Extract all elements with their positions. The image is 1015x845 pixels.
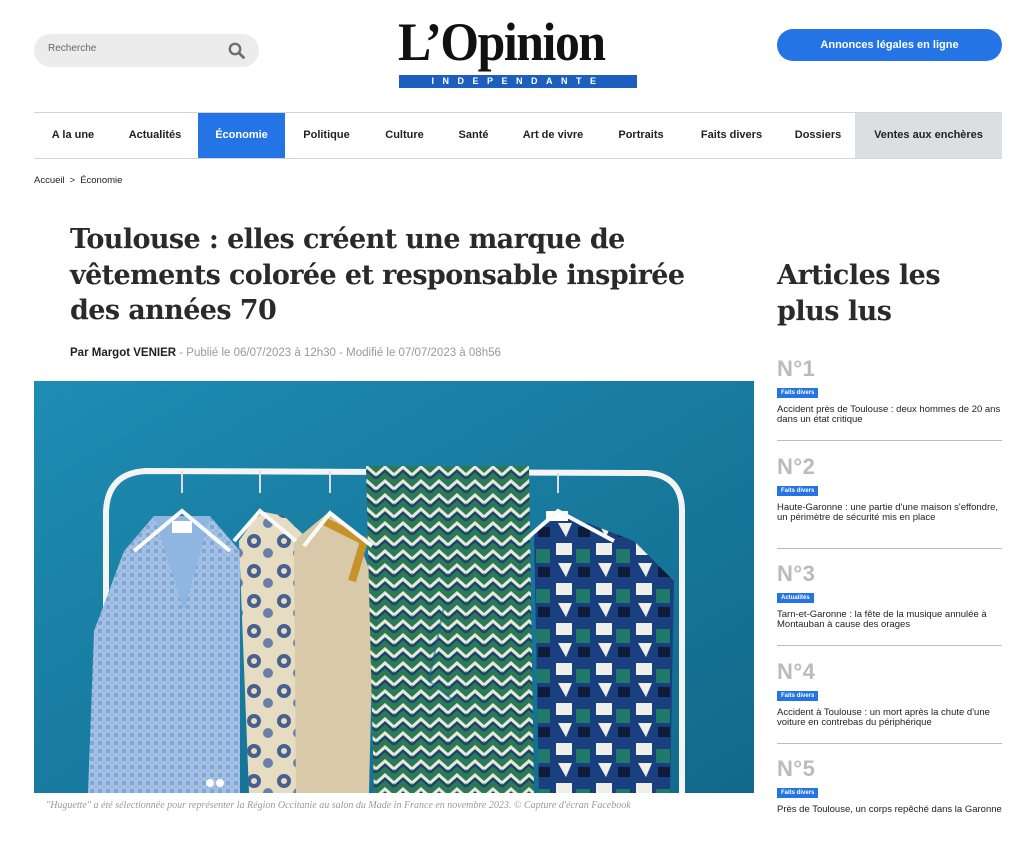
- nav-item-politique[interactable]: Politique: [285, 113, 368, 158]
- most-read-title: Articles les plus lus: [777, 260, 941, 327]
- rank-number: N°2: [777, 454, 816, 479]
- divider: [777, 440, 1002, 441]
- breadcrumb-home[interactable]: Accueil: [34, 175, 65, 186]
- breadcrumb: Accueil > Économie: [34, 175, 122, 186]
- most-read-headline[interactable]: Haute-Garonne : une partie d'une maison …: [777, 503, 1002, 523]
- nav-item-portraits[interactable]: Portraits: [600, 113, 682, 158]
- category-badge[interactable]: Faits divers: [777, 388, 819, 398]
- rank-number: N°1: [777, 356, 816, 381]
- nav-item-dossiers[interactable]: Dossiers: [781, 113, 855, 158]
- nav-item-art-de-vivre[interactable]: Art de vivre: [506, 113, 600, 158]
- most-read-item[interactable]: N°2 Faits divers Haute-Garonne : une par…: [777, 455, 1002, 523]
- nav-item-ventes-aux-encheres[interactable]: Ventes aux enchères: [855, 113, 1002, 158]
- logo-title: L’Opinion: [398, 12, 606, 72]
- category-badge[interactable]: Actualités: [777, 593, 814, 603]
- most-read-item[interactable]: N°5 Faits divers Près de Toulouse, un co…: [777, 757, 1002, 815]
- category-badge[interactable]: Faits divers: [777, 691, 819, 701]
- rank-number: N°4: [777, 659, 816, 684]
- logo-band: INDEPENDANTE: [399, 75, 637, 88]
- article-author[interactable]: Par Margot VENIER: [70, 347, 176, 359]
- search-input[interactable]: [46, 42, 220, 55]
- nav-item-actualites[interactable]: Actualités: [112, 113, 198, 158]
- breadcrumb-separator: >: [69, 175, 76, 186]
- site-logo[interactable]: L’Opinion INDEPENDANTE: [398, 14, 638, 90]
- search-icon[interactable]: [228, 42, 245, 64]
- nav-item-faits-divers[interactable]: Faits divers: [682, 113, 781, 158]
- divider: [777, 645, 1002, 646]
- category-badge[interactable]: Faits divers: [777, 788, 819, 798]
- legal-ads-button[interactable]: Annonces légales en ligne: [777, 29, 1002, 61]
- search-box[interactable]: [34, 34, 259, 67]
- category-badge[interactable]: Faits divers: [777, 486, 819, 496]
- article-title: Toulouse : elles créent une marque de vê…: [70, 224, 685, 326]
- divider: [777, 548, 1002, 549]
- main-nav: A la une Actualités Économie Politique C…: [34, 112, 1002, 159]
- breadcrumb-current[interactable]: Économie: [80, 175, 122, 186]
- article-byline: Par Margot VENIER - Publié le 06/07/2023…: [70, 347, 501, 359]
- nav-item-sante[interactable]: Santé: [441, 113, 506, 158]
- photo-caption: "Huguette" a été sélectionnée pour repré…: [46, 800, 631, 811]
- most-read-headline[interactable]: Accident à Toulouse : un mort après la c…: [777, 708, 1002, 728]
- most-read-headline[interactable]: Près de Toulouse, un corps repêché dans …: [777, 805, 1002, 815]
- most-read-item[interactable]: N°3 Actualités Tarn-et-Garonne : la fête…: [777, 562, 1002, 630]
- rank-number: N°5: [777, 756, 816, 781]
- article-photo: [34, 381, 754, 793]
- most-read-item[interactable]: N°1 Faits divers Accident près de Toulou…: [777, 357, 1002, 425]
- nav-item-economie[interactable]: Économie: [198, 113, 285, 158]
- article-dates: - Publié le 06/07/2023 à 12h30 - Modifié…: [176, 347, 501, 359]
- most-read-item[interactable]: N°4 Faits divers Accident à Toulouse : u…: [777, 660, 1002, 728]
- rank-number: N°3: [777, 561, 816, 586]
- most-read-headline[interactable]: Accident près de Toulouse : deux hommes …: [777, 405, 1002, 425]
- nav-item-culture[interactable]: Culture: [368, 113, 441, 158]
- most-read-headline[interactable]: Tarn-et-Garonne : la fête de la musique …: [777, 610, 1002, 630]
- nav-item-a-la-une[interactable]: A la une: [34, 113, 112, 158]
- divider: [777, 743, 1002, 744]
